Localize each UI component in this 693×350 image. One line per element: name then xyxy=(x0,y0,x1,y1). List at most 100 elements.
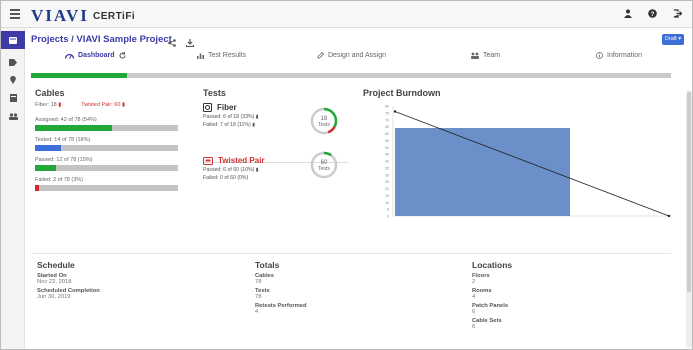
cables-fiber-count: Fiber: 18 ▮ xyxy=(35,102,61,108)
twisted-pair-test-name: Twisted Pair xyxy=(218,156,265,165)
y-tick-label: 45 xyxy=(385,153,389,157)
tested-bar-fill xyxy=(35,145,61,151)
logout-icon[interactable] xyxy=(673,9,682,18)
tab-design-and-assign[interactable]: Design and Assign xyxy=(317,52,386,59)
pencil-icon xyxy=(317,52,324,59)
started-on-value: Nov 22, 2018 xyxy=(37,279,72,285)
sidebar-item-documents[interactable] xyxy=(1,89,25,107)
totals-panel: Totals Cables 78 Tests 78 Retests Perfor… xyxy=(255,260,455,315)
fiber-passed-chart-icon[interactable]: ▮ xyxy=(256,114,259,120)
y-tick-label: 20 xyxy=(385,187,389,191)
floors-value: 2 xyxy=(472,279,476,285)
tab-bar: Dashboard Test Results Design and Assign… xyxy=(31,50,679,66)
y-tick-label: 80 xyxy=(385,105,389,109)
totals-title: Totals xyxy=(255,260,280,270)
y-tick-label: 5 xyxy=(387,208,389,212)
breadcrumb-projects-link[interactable]: Projects xyxy=(31,34,69,45)
breadcrumb: Projects / VIAVI Sample Project xyxy=(31,34,172,45)
burndown-line-start-point xyxy=(393,110,397,113)
y-tick-label: 50 xyxy=(385,146,389,150)
tests-panel: Tests Fiber Passed: 6 of 18 (33%) ▮ Fail… xyxy=(203,88,348,204)
sidebar-item-team[interactable] xyxy=(1,107,25,125)
assigned-label: Assigned: 42 of 78 (54%) xyxy=(35,117,97,123)
refresh-icon[interactable] xyxy=(119,52,126,59)
tab-test-results-label: Test Results xyxy=(208,52,247,59)
cables-fiber-text: Fiber: 18 xyxy=(35,102,57,108)
vertical-scrollbar[interactable] xyxy=(686,90,692,348)
y-tick-label: 10 xyxy=(385,201,389,205)
twisted-pair-icon xyxy=(203,156,213,165)
tab-information[interactable]: Information xyxy=(596,52,642,59)
info-icon xyxy=(596,52,603,59)
brand-logo: VIAVI xyxy=(31,6,89,25)
assigned-bar xyxy=(35,125,178,131)
cables-title: Cables xyxy=(35,88,65,98)
cable-sets-value: 6 xyxy=(472,324,476,330)
bar-chart-icon xyxy=(197,53,204,59)
twisted-pair-chart-icon[interactable]: ▮ xyxy=(122,102,125,108)
burndown-panel: Project Burndown 0 5 10 15 20 25 30 35 40 45 50 55 6… xyxy=(363,88,678,248)
assigned-bar-fill xyxy=(35,125,113,131)
sidebar xyxy=(1,28,25,349)
y-tick-label: 65 xyxy=(385,125,389,129)
team-icon xyxy=(471,52,479,59)
failed-label: Failed: 2 of 78 (3%) xyxy=(35,177,83,183)
schedule-panel: Schedule Started On Nov 22, 2018 Schedul… xyxy=(37,260,237,300)
passed-label: Passed: 12 of 78 (15%) xyxy=(35,157,93,163)
product-name: CERTiFi xyxy=(93,11,136,22)
y-tick-label: 35 xyxy=(385,166,389,170)
total-tests-value: 78 xyxy=(255,294,262,300)
draft-status-button[interactable]: Draft ▾ xyxy=(662,34,684,45)
page-title: VIAVI Sample Project xyxy=(76,34,172,45)
burndown-title: Project Burndown xyxy=(363,88,441,98)
tested-bar xyxy=(35,145,178,151)
twisted-pair-passed-text: Passed: 6 of 60 (10%) xyxy=(203,167,255,173)
tab-team-label: Team xyxy=(483,52,501,59)
fiber-chart-icon[interactable]: ▮ xyxy=(58,102,61,108)
breadcrumb-separator: / xyxy=(71,34,74,45)
fiber-passed-text: Passed: 6 of 18 (33%) xyxy=(203,114,255,120)
hamburger-menu-icon[interactable] xyxy=(10,9,20,19)
locations-panel: Locations Floors 2 Rooms 4 Patch Panels … xyxy=(472,260,672,330)
failed-bar-fill xyxy=(35,185,40,191)
tested-label: Tested: 14 of 78 (18%) xyxy=(35,137,91,143)
help-icon[interactable]: ? xyxy=(648,9,657,18)
tab-team[interactable]: Team xyxy=(471,52,500,59)
twisted-pair-passed-chart-icon[interactable]: ▮ xyxy=(256,167,259,173)
tag-icon xyxy=(9,58,17,66)
project-progress-fill xyxy=(31,73,127,78)
top-bar: VIAVI CERTiFi ? xyxy=(1,1,692,28)
sidebar-item-locations[interactable] xyxy=(1,71,25,89)
patch-panels-value: 6 xyxy=(472,309,476,315)
passed-bar-fill xyxy=(35,165,57,171)
svg-text:?: ? xyxy=(651,11,655,18)
tab-dashboard[interactable]: Dashboard xyxy=(65,52,126,59)
fiber-test-name: Fiber xyxy=(217,103,237,112)
fiber-failed-text: Failed: 7 of 18 (11%) xyxy=(203,122,251,128)
y-tick-label: 25 xyxy=(385,180,389,184)
sidebar-item-tags[interactable] xyxy=(1,53,25,71)
retests-value: 4 xyxy=(255,309,259,315)
tab-information-label: Information xyxy=(607,52,643,59)
y-tick-label: 0 xyxy=(387,215,389,219)
fiber-icon xyxy=(203,103,212,112)
section-divider xyxy=(31,253,671,254)
scrollbar-thumb[interactable] xyxy=(687,92,691,292)
burndown-bar xyxy=(395,128,570,216)
cables-twisted-pair-text: Twisted Pair: 60 xyxy=(81,102,121,108)
scheduled-completion-value: Jun 30, 2019 xyxy=(37,294,71,300)
tab-test-results[interactable]: Test Results xyxy=(197,52,246,59)
rooms-value: 4 xyxy=(472,294,476,300)
schedule-title: Schedule xyxy=(37,260,75,270)
fiber-tests-donut: 18 Tests xyxy=(310,107,338,135)
y-tick-label: 30 xyxy=(385,173,389,177)
burndown-line-end-point xyxy=(667,214,671,218)
fiber-failed-chart-icon[interactable]: ▮ xyxy=(252,122,255,128)
sidebar-item-projects[interactable] xyxy=(1,31,25,49)
project-progress-bar xyxy=(31,73,671,78)
user-icon[interactable] xyxy=(624,9,632,18)
fiber-donut-unit: Tests xyxy=(318,122,330,128)
total-cables-value: 78 xyxy=(255,279,262,285)
y-tick-label: 55 xyxy=(385,139,389,143)
tests-title: Tests xyxy=(203,88,226,98)
